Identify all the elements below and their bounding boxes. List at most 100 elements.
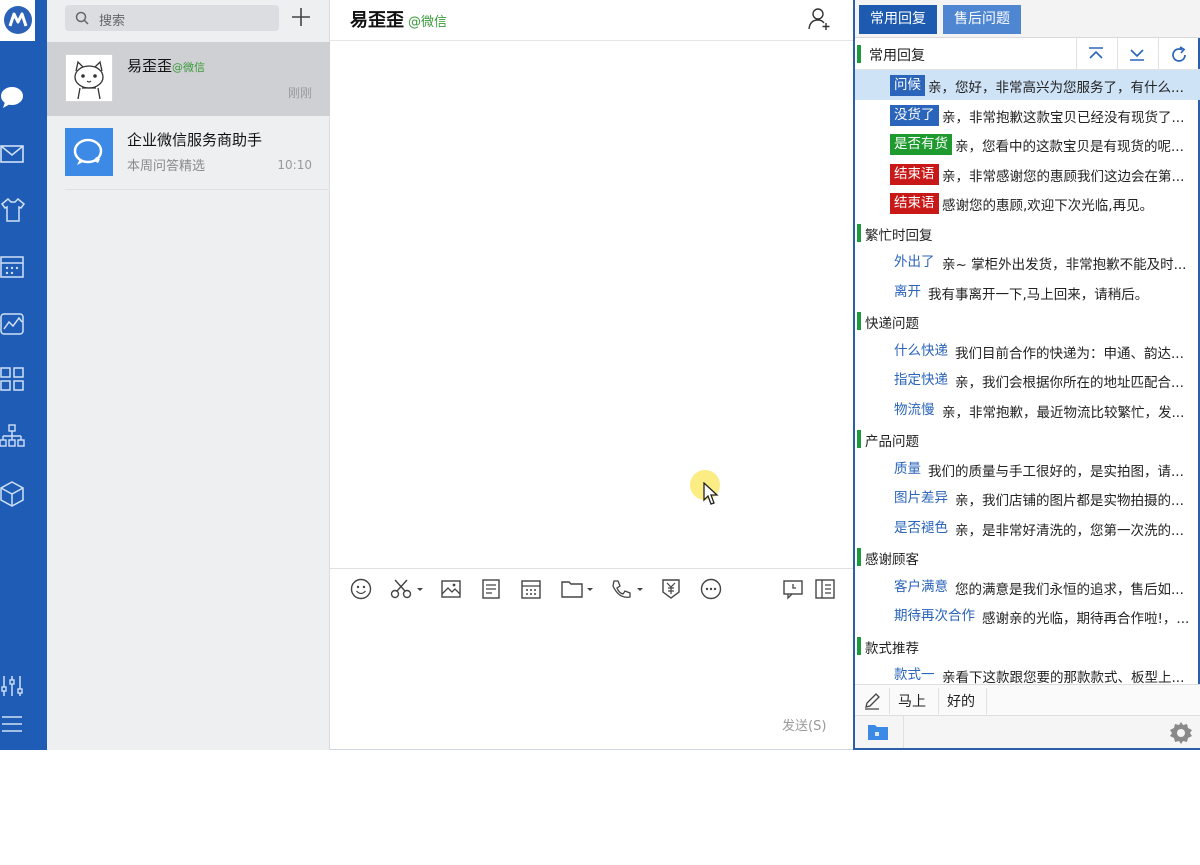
- chat-icon[interactable]: [0, 84, 26, 110]
- move-bottom-button[interactable]: [1117, 38, 1155, 70]
- calendar-icon[interactable]: [520, 578, 542, 602]
- apps-grid-icon[interactable]: [0, 367, 26, 393]
- tab-common-replies[interactable]: 常用回复: [859, 5, 937, 34]
- reply-item[interactable]: 离开 我有事离开一下,马上回来，请稍后。: [855, 277, 1200, 307]
- reply-text: 我们目前合作的快递为：申通、韵达...: [955, 345, 1184, 362]
- reply-tag: 质量: [894, 460, 921, 477]
- payment-icon[interactable]: [660, 578, 682, 602]
- conversation-item[interactable]: 企业微信服务商助手 本周问答精选 10:10: [47, 116, 330, 190]
- emoji-icon[interactable]: [350, 578, 372, 602]
- org-chart-icon[interactable]: [0, 424, 26, 450]
- category-marker: [857, 636, 861, 655]
- reply-tag: 是否有货: [890, 134, 952, 155]
- quick-phrase[interactable]: 好的: [947, 691, 975, 711]
- reply-item[interactable]: 物流慢 亲，非常抱歉，最近物流比较繁忙，发...: [855, 395, 1200, 425]
- move-top-button[interactable]: [1076, 38, 1114, 70]
- reply-item[interactable]: 是否褪色 亲，是非常好清洗的，您第一次洗的...: [855, 513, 1200, 543]
- conversation-name: 企业微信服务商助手: [127, 131, 263, 149]
- edit-icon[interactable]: [863, 692, 881, 710]
- search-icon: [75, 11, 89, 25]
- category-label: 产品问题: [865, 434, 919, 450]
- gear-icon[interactable]: [1169, 721, 1193, 745]
- conversation-time: 刚刚: [287, 86, 312, 100]
- reply-item[interactable]: 款式一 亲看下这款跟您要的那款款式、板型上...: [855, 660, 1200, 684]
- reply-item[interactable]: 期待再次合作 感谢亲的光临，期待再合作啦!，...: [855, 601, 1200, 631]
- reply-item[interactable]: 结束语 亲，非常感谢您的惠顾我们这边会在第...: [855, 159, 1200, 189]
- mail-icon[interactable]: [0, 141, 26, 167]
- scissors-icon[interactable]: [390, 578, 426, 602]
- category-label: 款式推荐: [865, 640, 919, 657]
- app-window: 搜索 易歪歪@微信 刚刚 企业微信服务商助手 本周问答精选 10:10 易歪歪 …: [0, 0, 1200, 750]
- search-placeholder: 搜索: [99, 14, 126, 29]
- reply-tag: 结束语: [890, 193, 939, 214]
- quick-reply-panel: 常用回复 售后问题 常用回复 问候 亲，您好，非常高兴为您服务了，有什么... 没货…: [853, 0, 1200, 750]
- folder-icon[interactable]: [867, 723, 889, 741]
- image-icon[interactable]: [440, 578, 462, 602]
- move-to-bottom-icon: [1130, 49, 1144, 61]
- reply-category[interactable]: 感谢顾客: [855, 542, 1200, 572]
- tab-after-sales[interactable]: 售后问题: [943, 5, 1021, 34]
- category-marker: [857, 223, 861, 242]
- refresh-icon: [1172, 46, 1186, 62]
- left-rail: [0, 0, 47, 750]
- add-button[interactable]: [289, 5, 313, 29]
- reply-item[interactable]: 图片差异 亲，我们店铺的图片都是实物拍摄的...: [855, 483, 1200, 513]
- reply-item[interactable]: 问候 亲，您好，非常高兴为您服务了，有什么...: [855, 70, 1200, 100]
- reply-item[interactable]: 什么快递 我们目前合作的快递为：申通、韵达...: [855, 336, 1200, 366]
- chart-icon[interactable]: [0, 311, 26, 337]
- reply-item[interactable]: 客户满意 您的满意是我们永恒的追求，售后如...: [855, 572, 1200, 602]
- reply-item[interactable]: 没货了 亲，非常抱歉这款宝贝已经没有现货了...: [855, 100, 1200, 130]
- reply-item[interactable]: 外出了 亲~ 掌柜外出发货，非常抱歉不能及时...: [855, 247, 1200, 277]
- send-button[interactable]: 发送(S): [782, 715, 826, 734]
- reply-category[interactable]: 产品问题: [855, 424, 1200, 454]
- cube-icon[interactable]: [0, 481, 26, 507]
- reply-tag: 图片差异: [894, 490, 948, 506]
- document-icon[interactable]: [480, 578, 502, 602]
- reply-category[interactable]: 款式推荐: [855, 631, 1200, 661]
- sliders-icon[interactable]: [0, 674, 26, 700]
- conversation-time: 10:10: [277, 158, 312, 172]
- reply-text: 我们的质量与手工很好的，是实拍图，请...: [928, 463, 1184, 480]
- category-marker: [857, 45, 861, 63]
- reply-tag: 款式一: [894, 667, 935, 683]
- reply-tag: 指定快递: [894, 372, 948, 388]
- reply-tag: 没货了: [890, 104, 939, 126]
- reply-text: 亲，非常抱歉这款宝贝已经没有现货了...: [942, 109, 1185, 126]
- shirt-icon[interactable]: [0, 197, 26, 223]
- search-box[interactable]: 搜索: [65, 5, 279, 31]
- folder-icon[interactable]: [560, 578, 596, 602]
- phone-icon[interactable]: [610, 578, 646, 602]
- reply-text: 亲，我们会根据你所在的地址匹配合...: [955, 375, 1184, 391]
- reply-item[interactable]: 质量 我们的质量与手工很好的，是实拍图，请...: [855, 454, 1200, 484]
- app-logo-icon[interactable]: [0, 0, 35, 41]
- refresh-button[interactable]: [1158, 38, 1196, 70]
- message-history-icon[interactable]: [782, 578, 804, 602]
- menu-icon[interactable]: [0, 712, 26, 738]
- more-icon[interactable]: [700, 578, 722, 602]
- reply-text: 感谢您的惠顾,欢迎下次光临,再见。: [942, 198, 1154, 214]
- footer-divider: [903, 716, 904, 748]
- reply-tag: 离开: [894, 283, 921, 300]
- category-title: 常用回复: [869, 48, 925, 64]
- conversation-list: 搜索 易歪歪@微信 刚刚 企业微信服务商助手 本周问答精选 10:10: [47, 0, 330, 750]
- sidebar-icon[interactable]: [814, 578, 836, 602]
- reply-category[interactable]: 快递问题: [855, 306, 1200, 336]
- add-person-icon: [808, 8, 830, 30]
- chat-title: 易歪歪 @微信: [350, 6, 447, 32]
- panel-tabs: 常用回复 售后问题: [855, 0, 1200, 38]
- reply-text: 您的满意是我们永恒的追求，售后如...: [955, 581, 1184, 598]
- reply-item[interactable]: 是否有货 亲，您看中的这款宝贝是有现货的呢...: [855, 129, 1200, 159]
- panel-footer: [855, 716, 1200, 748]
- reply-tag: 客户满意: [894, 578, 948, 595]
- category-label: 繁忙时回复: [865, 227, 933, 244]
- list-divider: [65, 189, 330, 190]
- calendar-icon[interactable]: [0, 254, 26, 280]
- reply-item[interactable]: 指定快递 亲，我们会根据你所在的地址匹配合...: [855, 365, 1200, 395]
- header-divider: [330, 40, 853, 41]
- reply-item[interactable]: 结束语 感谢您的惠顾,欢迎下次光临,再见。: [855, 188, 1200, 218]
- reply-category[interactable]: 繁忙时回复: [855, 218, 1200, 248]
- quick-phrase[interactable]: 马上: [898, 691, 926, 711]
- conversation-item[interactable]: 易歪歪@微信 刚刚: [47, 42, 330, 116]
- add-member-button[interactable]: [808, 7, 832, 35]
- cat-avatar: [65, 54, 113, 102]
